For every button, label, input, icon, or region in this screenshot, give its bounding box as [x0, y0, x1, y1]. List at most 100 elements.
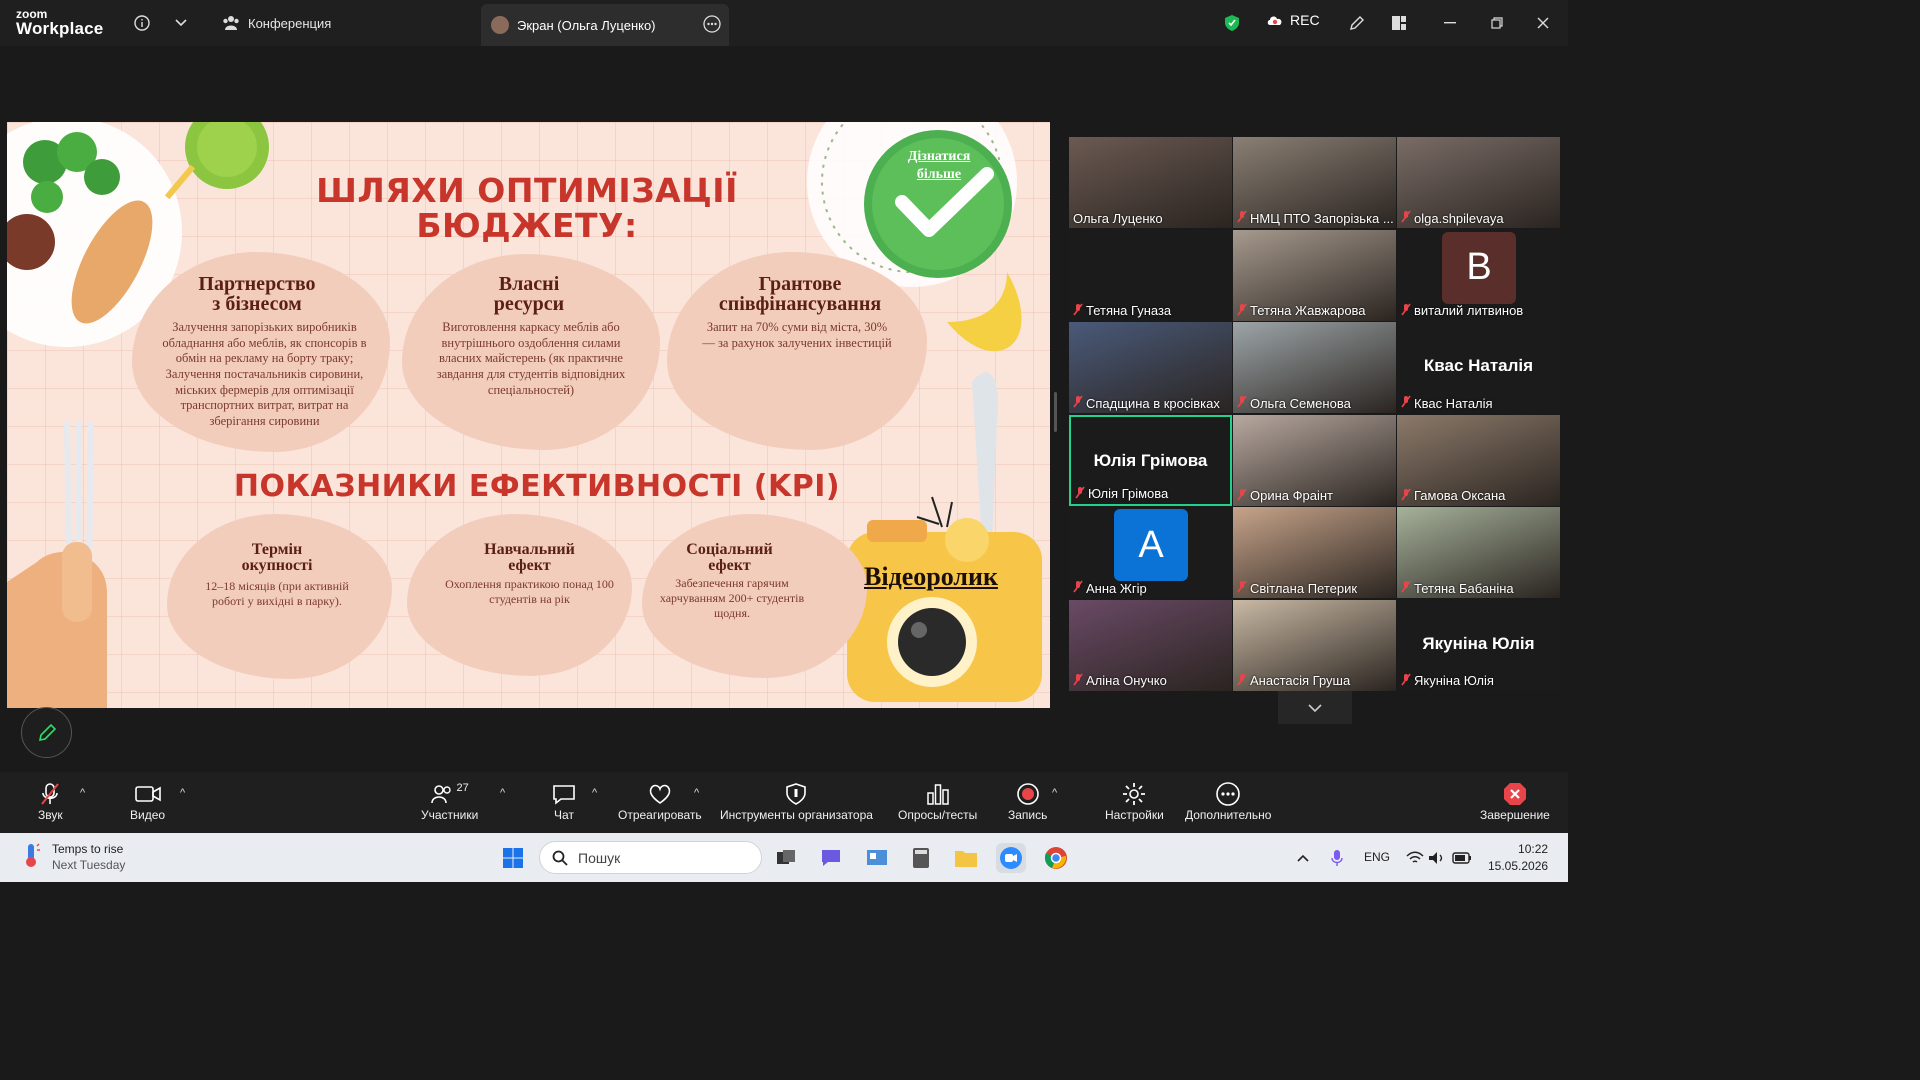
info-icon[interactable] — [131, 12, 153, 34]
chat-button[interactable]: Чат — [552, 780, 576, 822]
panel-resize-handle[interactable] — [1054, 392, 1057, 432]
annotate-pen-icon[interactable] — [1346, 12, 1368, 34]
participant-tile[interactable]: Тетяна Бабаніна — [1397, 507, 1560, 598]
settings-button[interactable]: Настройки — [1105, 780, 1164, 822]
more-button[interactable]: Дополнительно — [1185, 780, 1271, 822]
learn-more-line2: більше — [916, 167, 962, 183]
participant-tile[interactable]: Юлія Грімова Юлія Грімова — [1069, 414, 1232, 506]
control-panel-icon[interactable] — [862, 843, 892, 873]
weather-widget[interactable]: Temps to rise Next Tuesday — [20, 842, 125, 873]
zoom-logo: zoom Workplace — [16, 8, 103, 37]
participant-name: Світлана Петерик — [1250, 580, 1358, 596]
participant-tile[interactable]: Гамова Оксана — [1397, 414, 1560, 506]
recording-indicator[interactable]: REC — [1266, 12, 1320, 28]
participant-tile[interactable]: Анастасія Груша — [1233, 599, 1396, 691]
chat-options-caret[interactable]: ^ — [592, 787, 597, 799]
audio-options-caret[interactable]: ^ — [80, 787, 85, 799]
tab-conference[interactable]: Конференция — [222, 12, 331, 34]
taskbar-search[interactable]: Пошук — [539, 841, 762, 874]
kpi-social-title: Соціальний ефект — [627, 542, 832, 574]
tray-chevron-up-icon[interactable] — [1292, 843, 1314, 873]
record-options-caret[interactable]: ^ — [1052, 787, 1057, 799]
pencil-icon — [38, 723, 56, 741]
muted-mic-icon — [1401, 488, 1411, 504]
participant-name-label: Тетяна Бабаніна — [1401, 580, 1514, 596]
participant-name-label: Аліна Онучко — [1073, 673, 1167, 689]
participant-tile[interactable]: Квас Наталія Квас Наталія — [1397, 322, 1560, 413]
calculator-icon[interactable] — [906, 843, 936, 873]
participants-button[interactable]: 27 Участники — [421, 780, 478, 822]
host-tools-button[interactable]: Инструменты организатора — [720, 780, 873, 822]
kpi-education-title: Навчальний ефект — [427, 542, 632, 574]
participant-tile[interactable]: Ольга Луценко — [1069, 137, 1232, 228]
participant-tile[interactable]: Аліна Онучко — [1069, 599, 1232, 691]
participant-tile[interactable]: Спадщина в кросівках — [1069, 322, 1232, 413]
record-label: Запись — [1008, 808, 1048, 822]
participant-name: Тетяна Жавжарова — [1250, 303, 1366, 318]
participant-name: Квас Наталія — [1414, 395, 1493, 411]
layout-icon[interactable] — [1388, 12, 1410, 34]
chevron-down-icon[interactable] — [170, 12, 192, 34]
participant-tile[interactable]: Якуніна Юлія Якуніна Юлія — [1397, 599, 1560, 691]
participant-tile[interactable]: A Анна Жгір — [1069, 507, 1232, 598]
participant-name: Ольга Луценко — [1073, 211, 1163, 226]
chat-app-icon[interactable] — [816, 843, 846, 873]
end-meeting-button[interactable]: Завершение — [1480, 780, 1550, 822]
kpi-title-line1: Соціальний — [686, 541, 773, 558]
participant-tile[interactable]: Ольга Семенова — [1233, 322, 1396, 413]
record-button[interactable]: Запись — [1008, 780, 1047, 822]
battery-icon[interactable] — [1450, 843, 1474, 873]
language-indicator[interactable]: ENG — [1364, 850, 1390, 864]
video-options-caret[interactable]: ^ — [180, 787, 185, 799]
participant-tile[interactable]: Орина Фраінт — [1233, 414, 1396, 506]
participant-name: Якуніна Юлія — [1414, 673, 1494, 688]
heading1-line1: ШЛЯХИ ОПТИМІЗАЦІЇ — [316, 171, 738, 210]
card-title-line1: Партнерство — [198, 273, 316, 295]
learn-more-link[interactable]: Дізнатися більше — [879, 148, 999, 184]
muted-mic-icon — [1073, 580, 1083, 596]
participant-name-label: Спадщина в кросівках — [1073, 395, 1220, 411]
participant-display-name: Юлія Грімова — [1093, 450, 1208, 470]
restore-icon[interactable] — [1486, 12, 1508, 34]
card-title-line2: співфінансування — [718, 293, 882, 315]
participant-tile[interactable]: Ввиталий литвинов — [1397, 229, 1560, 321]
start-button[interactable] — [498, 843, 528, 873]
participant-tile[interactable]: Тетяна Жавжарова — [1233, 229, 1396, 321]
file-explorer-icon[interactable] — [951, 843, 981, 873]
bar-chart-icon — [926, 780, 950, 808]
participant-name-label: Ольга Семенова — [1237, 395, 1351, 411]
muted-mic-icon — [1073, 395, 1083, 411]
participant-tile[interactable]: Тетяна Гуназа — [1069, 229, 1232, 321]
zoom-app-icon[interactable] — [996, 843, 1026, 873]
task-view-icon[interactable] — [771, 843, 801, 873]
chrome-icon[interactable] — [1041, 843, 1071, 873]
react-label: Отреагировать — [618, 808, 702, 822]
more-options-icon[interactable] — [703, 15, 721, 36]
muted-mic-icon — [1237, 488, 1247, 504]
gallery-scroll-down[interactable] — [1278, 691, 1352, 724]
tray-microphone-icon[interactable] — [1326, 843, 1348, 873]
muted-mic-icon — [1401, 210, 1411, 226]
participant-tile[interactable]: olga.shpilevaya — [1397, 137, 1560, 228]
heading-budget-optimization: ШЛЯХИ ОПТИМІЗАЦІЇ БЮДЖЕТУ: — [307, 174, 747, 242]
people-icon: 27 — [430, 780, 469, 808]
participant-tile[interactable]: НМЦ ПТО Запорізька ... — [1233, 137, 1396, 228]
participant-tile[interactable]: Світлана Петерик — [1233, 507, 1396, 598]
video-link[interactable]: Відеоролик — [864, 562, 998, 592]
react-button[interactable]: Отреагировать — [618, 780, 702, 822]
tab-screen-share[interactable]: Экран (Ольга Луценко) — [481, 4, 729, 46]
annotate-button[interactable] — [21, 707, 72, 758]
participants-options-caret[interactable]: ^ — [500, 787, 505, 799]
close-icon[interactable] — [1532, 12, 1554, 34]
system-clock[interactable]: 10:22 15.05.2026 — [1488, 841, 1548, 875]
shield-security-icon[interactable] — [1221, 12, 1243, 34]
volume-icon[interactable] — [1426, 843, 1448, 873]
video-button[interactable]: Видео — [130, 780, 165, 822]
polls-button[interactable]: Опросы/тесты — [898, 780, 977, 822]
audio-button[interactable]: Звук — [38, 780, 63, 822]
minimize-icon[interactable] — [1439, 12, 1461, 34]
react-options-caret[interactable]: ^ — [694, 787, 699, 799]
participant-name: НМЦ ПТО Запорізька ... — [1250, 210, 1394, 226]
wifi-icon[interactable] — [1404, 843, 1426, 873]
muted-mic-icon — [1237, 673, 1247, 689]
